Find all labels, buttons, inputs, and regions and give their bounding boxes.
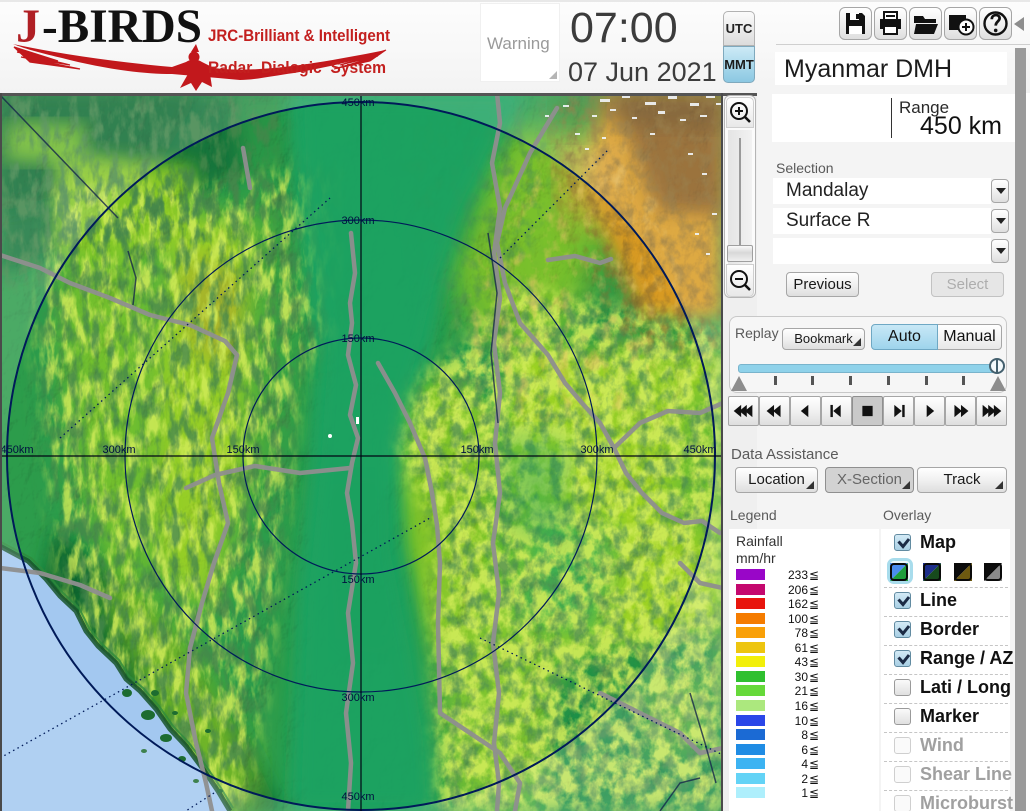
svg-text:450km: 450km: [341, 97, 374, 109]
svg-text:300km: 300km: [580, 444, 613, 456]
svg-text:150km: 150km: [460, 444, 493, 456]
svg-text:450km: 450km: [0, 444, 33, 456]
svg-text:300km: 300km: [341, 215, 374, 227]
svg-text:-BIRDS: -BIRDS: [42, 0, 202, 53]
svg-text:150km: 150km: [226, 444, 259, 456]
svg-text:450km: 450km: [341, 791, 374, 803]
svg-text:J: J: [16, 0, 40, 53]
svg-text:Radar Dialogic System: Radar Dialogic System: [208, 58, 386, 77]
svg-text:JRC-Brilliant & Intelligent: JRC-Brilliant & Intelligent: [208, 26, 390, 45]
svg-text:300km: 300km: [341, 692, 374, 704]
svg-text:150km: 150km: [341, 333, 374, 345]
svg-text:450km: 450km: [683, 444, 716, 456]
svg-text:150km: 150km: [341, 574, 374, 586]
svg-text:300km: 300km: [102, 444, 135, 456]
